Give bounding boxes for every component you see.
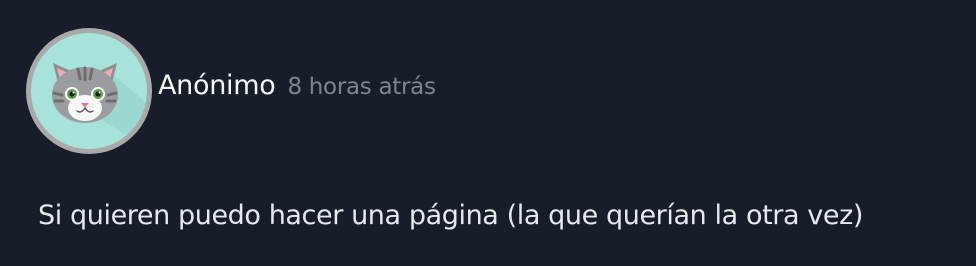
- author-name[interactable]: Anónimo: [158, 70, 276, 101]
- comment-text: Si quieren puedo hacer una página (la qu…: [38, 200, 863, 231]
- comment: Anónimo 8 horas atrás Si quieren puedo h…: [0, 0, 976, 266]
- comment-header: Anónimo 8 horas atrás: [158, 70, 436, 101]
- avatar[interactable]: [26, 28, 152, 154]
- timestamp: 8 horas atrás: [287, 74, 436, 100]
- cat-face-icon: [52, 63, 147, 149]
- avatar-image: [31, 33, 147, 149]
